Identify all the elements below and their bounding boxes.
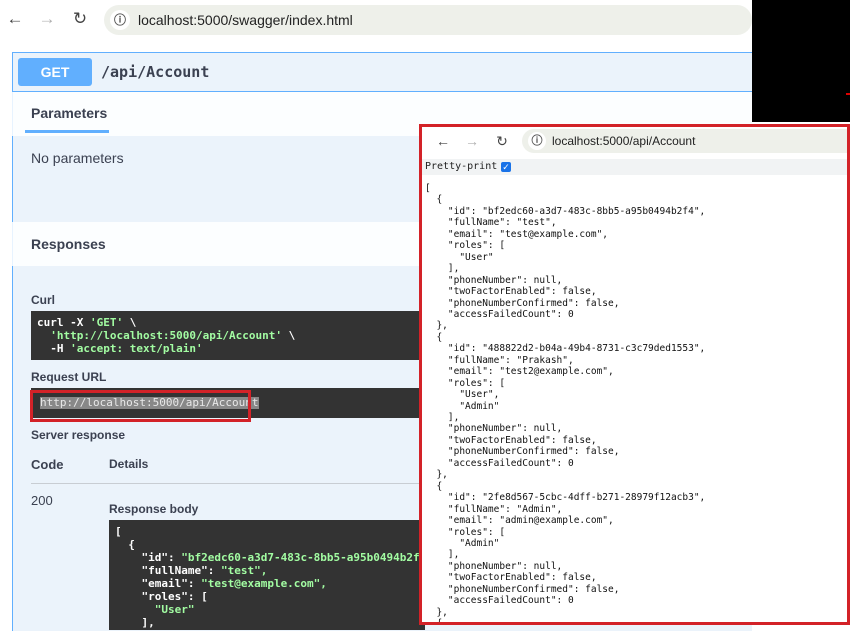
json-line: "phoneNumberConfirmed": false, [425,583,620,595]
response-body-line: ], [115,616,155,629]
json-line: "phoneNumber": null, [425,423,563,435]
forward-icon[interactable]: → [36,8,58,30]
popup-toolbar: ← → ↻ ⓘ localhost:5000/api/Account [422,127,847,159]
json-line: }, [425,606,448,618]
json-line: ], [425,263,460,275]
server-response-label: Server response [31,428,126,442]
json-line: "accessFailedCount": 0 [425,308,574,320]
json-line: "User" [425,251,494,263]
json-line: "id": "488822d2-b04a-49b4-8731-c3c79ded1… [425,343,706,355]
desktop-background [752,0,850,122]
json-line: [ [425,183,431,194]
operation-summary[interactable]: GET /api/Account [12,52,752,92]
json-line: }, [425,469,448,481]
reload-icon[interactable]: ↻ [493,132,511,150]
back-icon[interactable]: ← [4,8,26,30]
back-icon[interactable]: ← [434,132,452,150]
json-line: ], [425,549,460,561]
json-line: "roles": [ [425,240,506,252]
api-response-window: ← → ↻ ⓘ localhost:5000/api/Account Prett… [419,124,850,625]
site-info-icon[interactable]: ⓘ [110,10,130,30]
browser-toolbar: ← → ↻ ⓘ localhost:5000/swagger/index.htm… [0,0,752,40]
json-line: "Admin" [425,537,500,549]
response-body-line: [ [115,525,122,538]
response-body-line: "fullName": "test", [115,564,268,577]
response-body-label: Response body [109,502,199,516]
response-body-line: { [115,538,135,551]
json-line: "phoneNumberConfirmed": false, [425,446,620,458]
json-line: "twoFactorEnabled": false, [425,286,597,298]
json-line: "fullName": "Admin", [425,503,563,515]
tab-parameters[interactable]: Parameters [31,105,107,121]
json-line: { [425,194,443,206]
json-line: "fullName": "test", [425,217,557,229]
json-line: { [425,618,443,625]
curl-line: 'http://localhost:5000/api/Account' \ [50,329,296,342]
pretty-print-bar: Pretty-print ✓ [422,159,847,175]
address-bar[interactable]: ⓘ localhost:5000/swagger/index.html [104,5,752,35]
json-line: { [425,480,443,492]
json-line: "email": "test@example.com", [425,228,609,240]
response-body-line: "roles": [ [115,590,208,603]
annotation-mark [846,93,850,95]
json-line: "phoneNumber": null, [425,560,563,572]
responses-title: Responses [31,236,106,252]
json-line: "roles": [ [425,526,506,538]
endpoint-path: /api/Account [101,63,210,81]
tab-active-indicator [25,130,109,133]
json-line: "accessFailedCount": 0 [425,457,574,469]
json-line: }, [425,320,448,332]
curl-line: curl -X 'GET' \ [37,316,137,329]
json-line: { [425,331,443,343]
json-line: "phoneNumberConfirmed": false, [425,297,620,309]
json-line: "email": "test2@example.com", [425,366,614,378]
json-line: "fullName": "Prakash", [425,354,574,366]
json-line: "User", [425,389,500,401]
json-line: "accessFailedCount": 0 [425,595,574,607]
status-code: 200 [31,493,53,508]
curl-label: Curl [31,293,55,307]
json-line: ], [425,412,460,423]
json-line: "id": "2fe8d567-5cbc-4dff-b271-28979f12a… [425,492,706,504]
json-line: "twoFactorEnabled": false, [425,434,597,446]
response-body-line: "email": "test@example.com", [115,577,327,590]
address-url[interactable]: localhost:5000/swagger/index.html [138,12,353,28]
details-column-header: Details [109,457,149,471]
curl-line: -H 'accept: text/plain' [37,342,203,355]
response-body-line: "User" [154,603,195,616]
http-method-badge: GET [18,58,92,86]
popup-address-bar[interactable]: ⓘ localhost:5000/api/Account [522,129,847,153]
json-line: "Admin" [425,400,500,412]
no-parameters-text: No parameters [31,150,124,166]
json-line: "id": "bf2edc60-a3d7-483c-8bb5-a95b0494b… [425,205,706,217]
pretty-print-checkbox[interactable]: ✓ [501,162,511,172]
request-url-label: Request URL [31,370,107,384]
site-info-icon[interactable]: ⓘ [528,132,546,150]
json-line: "phoneNumber": null, [425,274,563,286]
reload-icon[interactable]: ↻ [69,8,91,30]
request-url-highlight [30,390,251,422]
json-line: "roles": [ [425,377,506,389]
json-line: "email": "admin@example.com", [425,515,614,527]
response-body-code[interactable]: [ { "id": "bf2edc60-a3d7-483c-8bb5-a95b0… [109,520,440,630]
table-divider [31,483,425,484]
response-body-line: "id": "bf2edc60-a3d7-483c-8bb5-a95b0494b… [115,551,440,564]
pretty-print-label: Pretty-print [425,161,498,172]
curl-command[interactable]: curl -X 'GET' \ 'http://localhost:5000/a… [31,311,425,360]
json-line: "twoFactorEnabled": false, [425,572,597,584]
forward-icon[interactable]: → [463,132,481,150]
code-column-header: Code [31,457,64,472]
popup-address-url[interactable]: localhost:5000/api/Account [552,134,695,148]
